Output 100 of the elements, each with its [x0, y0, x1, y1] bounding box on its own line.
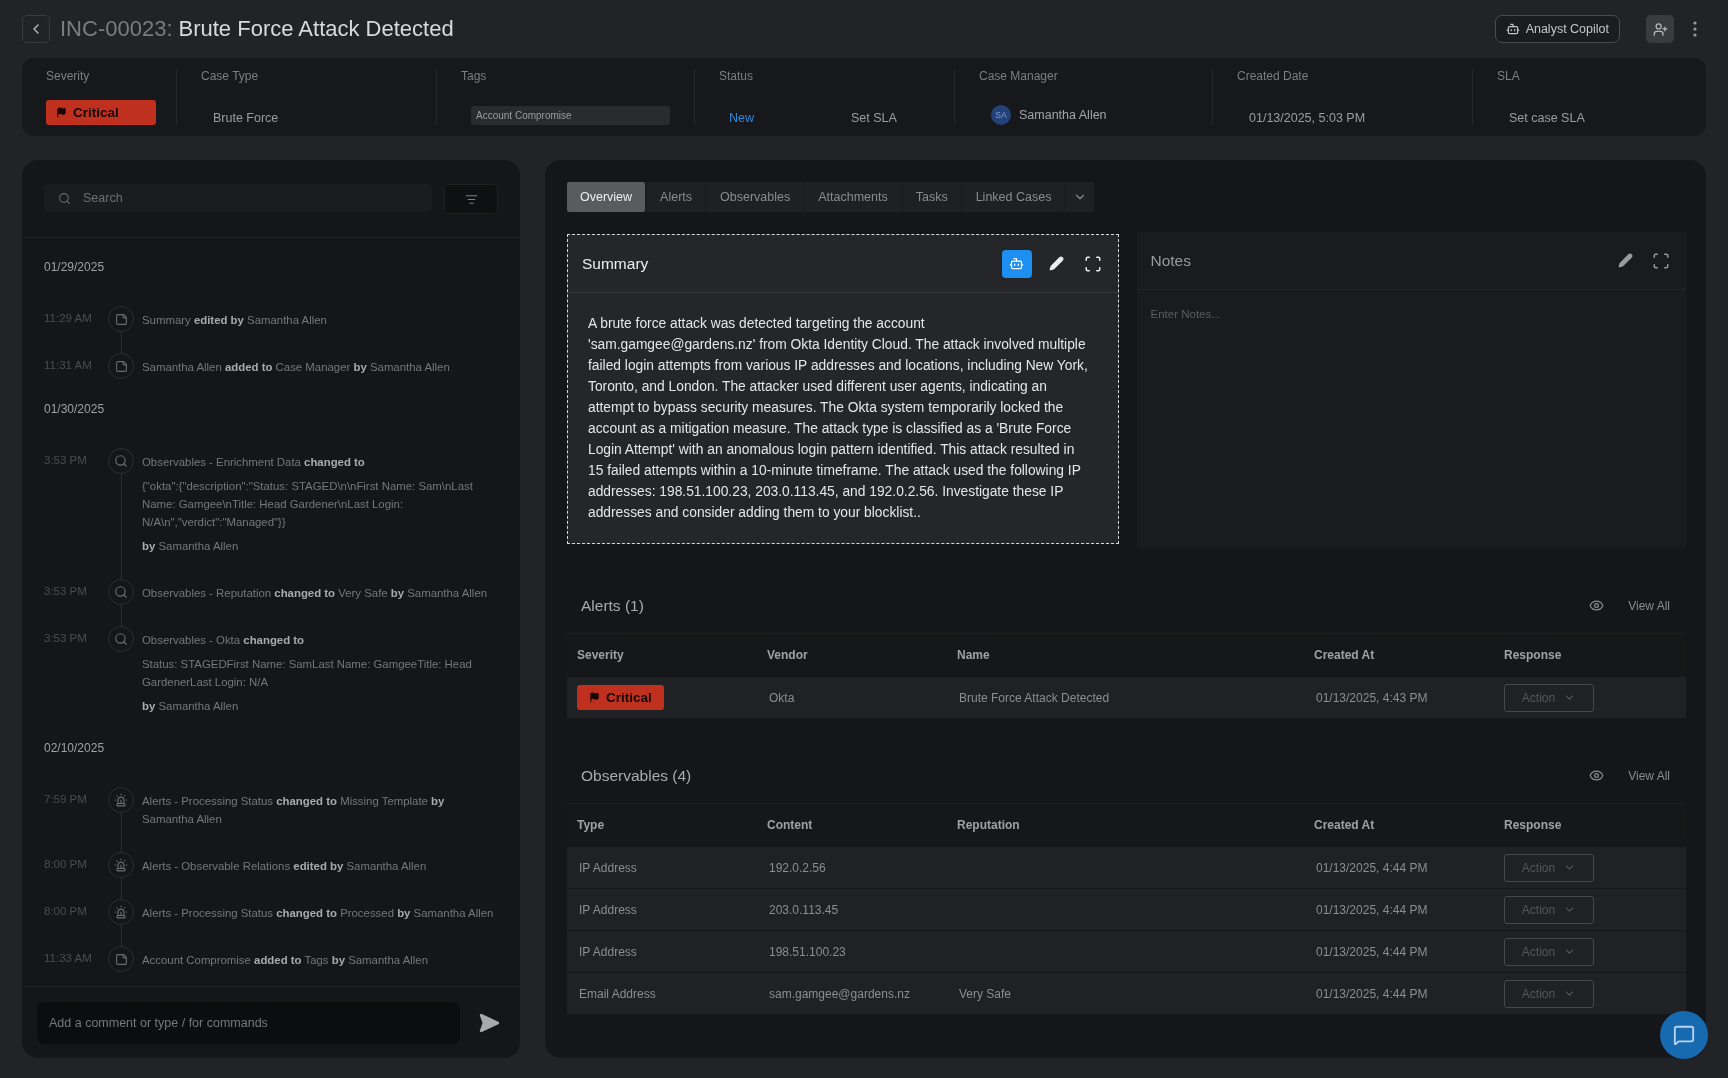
section-title: Observables (4)	[581, 766, 693, 785]
table-cell-text: IP Address	[578, 944, 638, 959]
flag-icon	[589, 692, 600, 703]
date-heading: 01/30/2025	[44, 401, 106, 418]
send-icon	[478, 1011, 500, 1034]
field-label: Case Manager	[979, 69, 1059, 83]
search-field[interactable]: Search	[44, 184, 432, 212]
event-text: Status: STAGEDFirst Name: SamLast Name: GamgeeTitle: Head GardenerLast Login: N/A	[142, 657, 473, 690]
pencil-icon	[1617, 253, 1633, 268]
robot-icon	[1505, 22, 1520, 36]
table-cell-text: Email Address	[578, 986, 657, 1001]
field-value: Set case SLA	[1508, 111, 1586, 125]
field-label: Created Date	[1237, 69, 1310, 83]
severity-badge[interactable]: Critical	[46, 100, 156, 125]
more-icon	[1693, 21, 1697, 37]
pencil-icon	[1049, 256, 1064, 271]
sticky-note-icon	[114, 952, 128, 966]
sticky-note-icon	[114, 312, 128, 326]
table-cell-text: 01/13/2025, 4:44 PM	[1315, 902, 1429, 917]
column-header: Severity	[577, 648, 625, 662]
summary-text: A brute force attack was detected targeting the account 'sam.gamgee@gardens.nz' from Okta Identity Cloud. The attack involved multiple failed login attempts from various IP addresses and locations, including New York, Toronto, and London. The attacker used different user agents, indicating an attempt to bypass security measures. The Okta system temporarily locked the account as a mitigation measure. The attack type is classified as a 'Brute Force Login Attempt' with an anomalous login pattern identified. This attack resulted in 15 failed attempts within a 10-minute timeframe. The attack used the following IP addresses: 198.51.100.23, 203.0.113.45, and 192.0.2.56. Investigate these IP addresses and consider adding them to your blocklist..	[587, 315, 1089, 522]
table-cell-text: 01/13/2025, 4:44 PM	[1315, 986, 1429, 1001]
eye-icon	[1589, 768, 1605, 783]
event-text: Alerts - Processing Status changed to Processed by Samantha Allen	[142, 906, 495, 921]
table-cell-text: 198.51.100.23	[768, 944, 847, 959]
copilot-button[interactable]	[1001, 249, 1032, 278]
field-label: Case Type	[201, 69, 260, 83]
column-header: Reputation	[957, 818, 1021, 832]
event-text: Observables - Reputation changed to Very Safe by Samantha Allen	[142, 586, 489, 601]
column-header: Created At	[1314, 818, 1376, 832]
event-text: by Samantha Allen	[142, 539, 240, 554]
view-all-link[interactable]: View All	[1628, 598, 1670, 613]
event-text: Alerts - Observable Relations edited by Samantha Allen	[142, 859, 428, 874]
column-header: Response	[1504, 818, 1563, 832]
event-text: Observables - Enrichment Data changed to	[142, 455, 366, 470]
column-header: Name	[957, 648, 991, 662]
date-heading: 01/29/2025	[44, 259, 106, 276]
event-text: Alerts - Processing Status changed to Missing Template by Samantha Allen	[142, 794, 446, 827]
set-sla-link[interactable]: Set SLA	[851, 111, 897, 125]
filter-icon	[464, 192, 478, 206]
table-cell-text: Okta	[768, 690, 796, 705]
flag-icon	[56, 107, 67, 118]
manager-name: Samantha Allen	[1019, 108, 1107, 122]
column-header: Vendor	[767, 648, 809, 662]
event-text: {"okta":{"description":"Status: STAGED\n\nFirst Name: Sam\nLast Name: Gamgee\nTitle: Head Gardener\nLast Login: N/A\n","verdict":"Managed"}}	[142, 479, 474, 530]
table-cell-text: IP Address	[578, 860, 638, 875]
event-text: Account Compromise added to Tags by Samantha Allen	[142, 953, 429, 968]
search-input[interactable]: Search	[81, 190, 418, 206]
tab[interactable]: Overview	[567, 182, 646, 212]
view-all-link[interactable]: View All	[1628, 768, 1670, 783]
add-user-icon	[1652, 21, 1668, 37]
chat-icon	[1673, 1024, 1695, 1046]
field-label: Tags	[461, 69, 488, 83]
field-label: SLA	[1497, 69, 1521, 83]
magnifier-icon	[114, 632, 128, 646]
sticky-note-icon	[114, 359, 128, 373]
column-header: Created At	[1314, 648, 1376, 662]
event-text: Samantha Allen added to Case Manager by Samantha Allen	[142, 360, 451, 375]
siren-icon	[114, 905, 128, 919]
table-cell-text: IP Address	[578, 902, 638, 917]
siren-icon	[114, 793, 128, 807]
eye-icon	[1589, 598, 1605, 613]
table-cell-text: 01/13/2025, 4:44 PM	[1315, 944, 1429, 959]
status-value[interactable]: New	[719, 111, 843, 125]
event-text: Observables - Okta changed to	[142, 633, 306, 648]
comment-field[interactable]: Add a comment or type / for commands	[37, 1001, 460, 1044]
table-cell-text: sam.gamgee@gardens.nz	[768, 986, 911, 1001]
siren-icon	[114, 858, 128, 872]
case-title: INC-00023: Brute Force Attack Detected	[60, 16, 454, 42]
table-cell-text: Very Safe	[958, 986, 1013, 1001]
add-user-button[interactable]	[1646, 15, 1674, 43]
field-value: 01/13/2025, 5:03 PM	[1248, 111, 1367, 125]
expand-icon	[1652, 251, 1670, 270]
event-text: by Samantha Allen	[142, 699, 240, 714]
table-cell-text: 01/13/2025, 4:44 PM	[1315, 860, 1429, 875]
column-header: Type	[577, 818, 606, 832]
magnifier-icon	[114, 454, 128, 468]
back-button[interactable]	[22, 15, 50, 43]
table-cell-text: 192.0.2.56	[768, 860, 827, 875]
table-cell-text: 01/13/2025, 4:43 PM	[1315, 690, 1429, 705]
copilot-button[interactable]: Analyst Copilot	[1494, 15, 1620, 43]
column-header: Response	[1504, 648, 1563, 662]
event-text: Summary edited by Samantha Allen	[142, 313, 328, 328]
severity-badge: Critical	[577, 685, 664, 710]
card-title: Summary	[582, 254, 650, 273]
table-cell-text: 203.0.113.45	[768, 902, 840, 917]
robot-icon	[1009, 256, 1024, 271]
date-heading: 02/10/2025	[44, 740, 106, 757]
table-cell-text: Brute Force Attack Detected	[958, 690, 1111, 705]
expand-icon	[1083, 254, 1102, 273]
section-title: Alerts (1)	[581, 596, 645, 615]
field-label: Severity	[46, 69, 91, 83]
field-value: Brute Force	[212, 111, 280, 125]
field-label: Status	[719, 69, 755, 83]
tag-chip[interactable]: Account Compromise	[471, 106, 670, 125]
card-title: Notes	[1150, 251, 1192, 270]
magnifier-icon	[114, 585, 128, 599]
column-header: Content	[767, 818, 814, 832]
search-icon	[58, 191, 71, 205]
avatar-initials: SA	[991, 105, 1011, 125]
